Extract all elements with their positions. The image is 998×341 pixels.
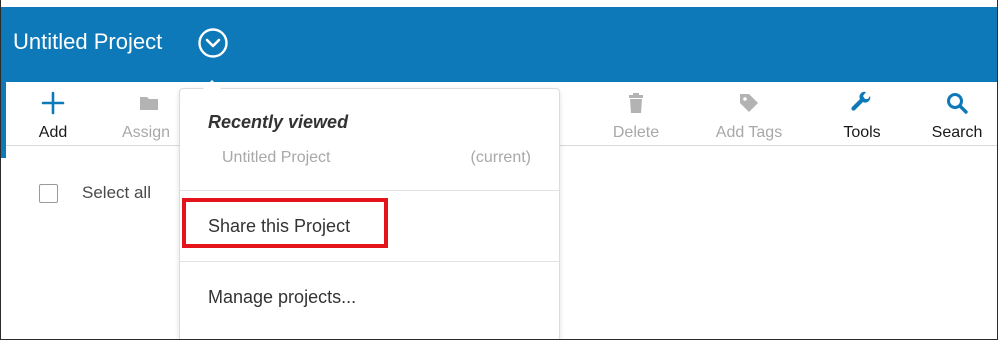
trash-icon (601, 91, 671, 115)
assign-button[interactable]: Assign (114, 82, 184, 145)
delete-button-label: Delete (612, 124, 660, 141)
manage-projects-item[interactable]: Manage projects... (208, 287, 356, 308)
tools-button[interactable]: Tools (829, 82, 895, 145)
assign-button-label: Assign (122, 124, 171, 141)
active-tool-indicator (1, 82, 6, 158)
dropdown-divider (180, 261, 559, 262)
add-tags-button-label: Add Tags (715, 124, 783, 141)
highlight-box (182, 198, 388, 248)
select-all-checkbox[interactable] (39, 184, 58, 203)
dropdown-divider (180, 190, 559, 191)
search-button[interactable]: Search (923, 82, 991, 145)
recent-project-item[interactable]: Untitled Project (222, 149, 331, 167)
select-all-label: Select all (82, 183, 151, 202)
add-button-label: Add (38, 124, 68, 141)
plus-icon (26, 91, 80, 115)
tag-icon (705, 91, 793, 115)
folder-icon (114, 91, 184, 115)
add-tags-button[interactable]: Add Tags (705, 82, 793, 145)
app-frame: Untitled Project Add Assign Delete Add T… (0, 0, 998, 340)
chevron-down-circle-icon[interactable] (196, 26, 230, 60)
search-button-label: Search (931, 124, 983, 141)
tools-button-label: Tools (843, 124, 881, 141)
dropdown-caret (202, 80, 222, 90)
project-title[interactable]: Untitled Project (13, 29, 162, 55)
search-icon (923, 91, 991, 115)
wrench-icon (829, 91, 895, 115)
recent-project-status: (current) (470, 149, 531, 166)
recently-viewed-heading: Recently viewed (208, 112, 349, 132)
delete-button[interactable]: Delete (601, 82, 671, 145)
header-bar: Untitled Project (1, 7, 997, 82)
add-button[interactable]: Add (26, 82, 80, 145)
